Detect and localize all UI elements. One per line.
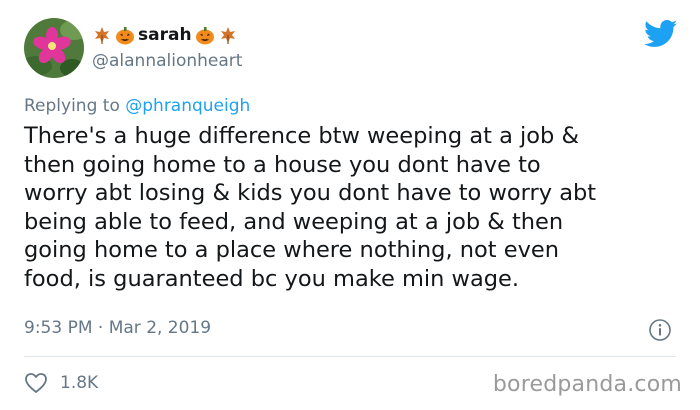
pumpkin-icon xyxy=(114,24,136,46)
tweet-text-line: worry abt losing & kids you dont have to… xyxy=(24,180,597,207)
divider xyxy=(24,356,676,357)
user-handle[interactable]: @alannalionheart xyxy=(92,51,242,71)
tweet-text-line: food, is guaranteed bc you make min wage… xyxy=(24,265,520,292)
tweet-text-line: going home to a place where nothing, not… xyxy=(24,237,560,264)
tweet-text-line: There's a huge difference btw weeping at… xyxy=(24,123,580,149)
pink-flower-avatar-icon xyxy=(24,18,84,78)
boredpanda-watermark: boredpanda.com xyxy=(492,372,682,397)
tweet-timestamp[interactable]: 9:53 PM · Mar 2, 2019 xyxy=(24,318,211,338)
heart-icon xyxy=(25,373,47,393)
twitter-bird-icon[interactable] xyxy=(644,20,678,48)
tweet-card: sarah @alannalionheart Replying to @phra… xyxy=(0,0,700,410)
display-name[interactable]: sarah xyxy=(92,24,238,46)
maple-leaf-icon xyxy=(218,25,238,45)
pumpkin-icon xyxy=(194,24,216,46)
replying-to: Replying to @phranqueigh xyxy=(24,96,250,116)
tweet-text-line: being able to feed, and weeping at a job… xyxy=(24,208,564,235)
maple-leaf-icon xyxy=(92,25,112,45)
like-count: 1.8K xyxy=(60,373,99,393)
reply-mention-link[interactable]: @phranqueigh xyxy=(125,96,250,116)
tweet-text-line: then going home to a house you dont have… xyxy=(24,151,541,178)
avatar[interactable] xyxy=(24,18,84,78)
like-button[interactable]: 1.8K xyxy=(24,372,98,394)
display-name-text: sarah xyxy=(138,25,192,45)
info-icon[interactable] xyxy=(648,318,672,342)
tweet-text: There's a huge difference btw weeping at… xyxy=(24,122,674,294)
replying-prefix: Replying to xyxy=(24,96,120,116)
